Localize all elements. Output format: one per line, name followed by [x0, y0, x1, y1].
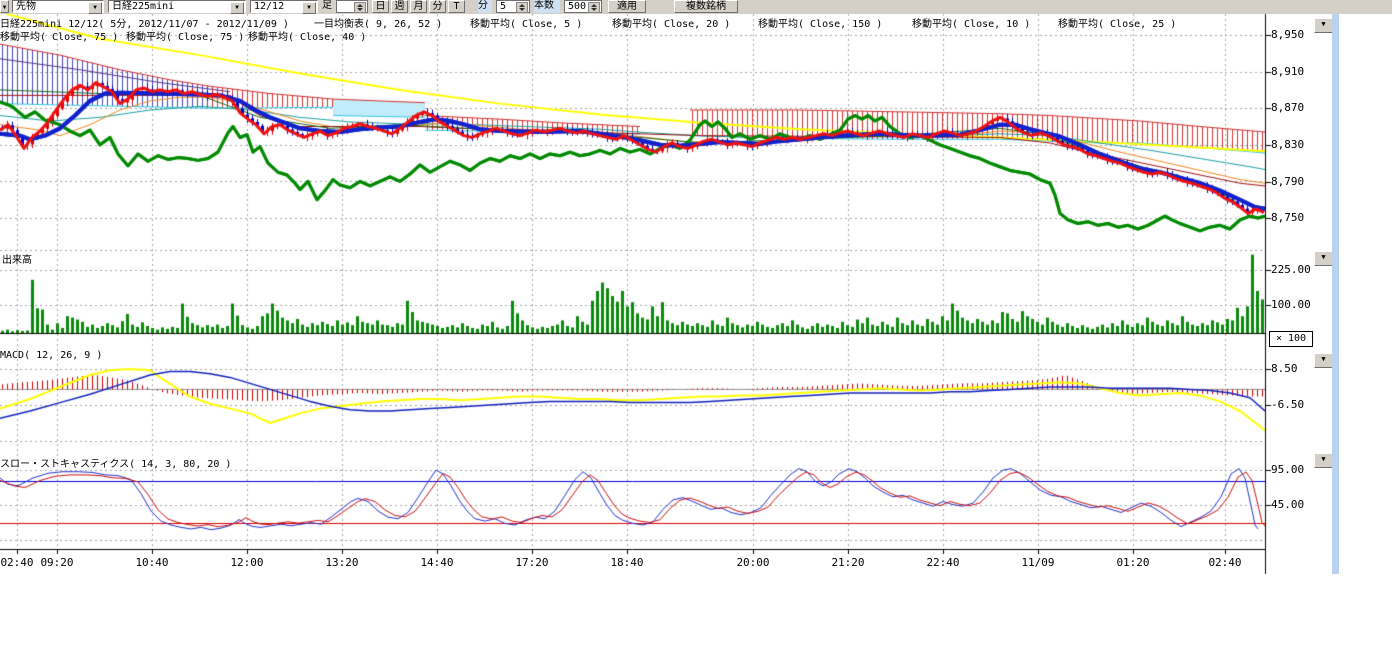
stoch-panel-title: スロー・ストキャスティクス( 14, 3, 80, 20 )	[0, 455, 231, 470]
chart-application-window: ▼ 先物 ▼ 日経225mini ▼ 12/12 ▼ 足 日 週 月 分 T 分…	[0, 0, 1392, 656]
legend-item: 移動平均( Close, 40 )	[248, 28, 366, 43]
volume-axis-label: 225.00	[1271, 264, 1311, 275]
legend-item: 移動平均( Close, 10 )	[912, 15, 1030, 30]
time-axis-label: 21:20	[826, 556, 870, 569]
macd-scale-dropdown-button[interactable]: ▼	[1314, 353, 1333, 368]
price-axis-label: 8,830	[1271, 139, 1304, 150]
time-axis-label: 10:40	[130, 556, 174, 569]
chart-canvas[interactable]	[0, 0, 1392, 656]
price-axis-label: 8,750	[1271, 212, 1304, 223]
legend-item: 移動平均( Close, 75 )	[126, 28, 244, 43]
time-axis-label: 22:40	[921, 556, 965, 569]
macd-panel-title: MACD( 12, 26, 9 )	[0, 350, 102, 361]
price-axis-label: 8,910	[1271, 66, 1304, 77]
stoch-axis-label: 95.00	[1271, 464, 1304, 475]
time-axis-label: 18:40	[605, 556, 649, 569]
volume-panel-title: 出来高	[2, 251, 32, 266]
time-axis-label: 02:40	[0, 556, 39, 569]
price-axis-label: 8,870	[1271, 102, 1304, 113]
volume-scale-dropdown-button[interactable]: ▼	[1314, 251, 1333, 266]
legend-item: 移動平均( Close, 20 )	[612, 15, 730, 30]
time-axis-label: 14:40	[415, 556, 459, 569]
time-axis-label: 01:20	[1111, 556, 1155, 569]
price-axis-label: 8,950	[1271, 29, 1304, 40]
price-axis-label: 8,790	[1271, 176, 1304, 187]
time-axis-label: 09:20	[35, 556, 79, 569]
macd-axis-label: 8.50	[1271, 363, 1298, 374]
stoch-axis-label: 45.00	[1271, 499, 1304, 510]
legend-item: 移動平均( Close, 150 )	[758, 15, 882, 30]
legend-item: 移動平均( Close, 25 )	[1058, 15, 1176, 30]
time-axis-label: 17:20	[510, 556, 554, 569]
time-axis-label: 12:00	[225, 556, 269, 569]
time-axis-label: 20:00	[731, 556, 775, 569]
legend-item: 移動平均( Close, 5 )	[470, 15, 582, 30]
time-axis-label: 11/09	[1016, 556, 1060, 569]
time-axis-label: 02:40	[1203, 556, 1247, 569]
price-scale-dropdown-button[interactable]: ▼	[1314, 18, 1333, 33]
volume-axis-label: 100.00	[1271, 299, 1311, 310]
macd-axis-label: -6.50	[1271, 399, 1304, 410]
legend-item: 移動平均( Close, 75 )	[0, 28, 118, 43]
stoch-scale-dropdown-button[interactable]: ▼	[1314, 453, 1333, 468]
volume-multiplier-badge: × 100	[1269, 331, 1313, 347]
time-axis-label: 13:20	[320, 556, 364, 569]
vertical-scrollbar[interactable]	[1332, 14, 1339, 574]
